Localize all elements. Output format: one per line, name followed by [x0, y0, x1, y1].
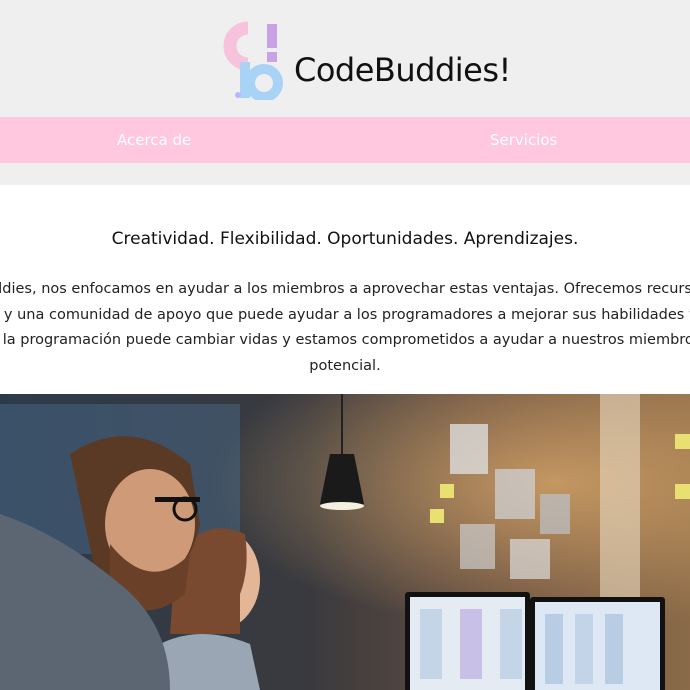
- site-header: CodeBuddies!: [0, 0, 690, 117]
- intro-section: Creatividad. Flexibilidad. Oportunidades…: [0, 185, 690, 394]
- paragraph-line-2: ntas y una comunidad de apoyo que puede …: [0, 307, 690, 323]
- paragraph-line-3: ue la programación puede cambiar vidas y…: [0, 332, 690, 348]
- paragraph-line-1: eBuddies, nos enfocamos en ayudar a los …: [0, 281, 690, 297]
- section-headline: Creatividad. Flexibilidad. Oportunidades…: [111, 229, 579, 249]
- nav-item-about[interactable]: Acerca de: [117, 117, 191, 163]
- brand-name[interactable]: CodeBuddies!: [294, 50, 511, 90]
- paragraph-line-4: potencial.: [309, 358, 381, 374]
- main-nav: Acerca de Servicios: [0, 117, 690, 163]
- codebuddies-logo-icon[interactable]: [218, 20, 288, 100]
- hero-photo: [0, 394, 690, 690]
- nav-item-services[interactable]: Servicios: [490, 117, 557, 163]
- office-photo-icon: [0, 394, 690, 690]
